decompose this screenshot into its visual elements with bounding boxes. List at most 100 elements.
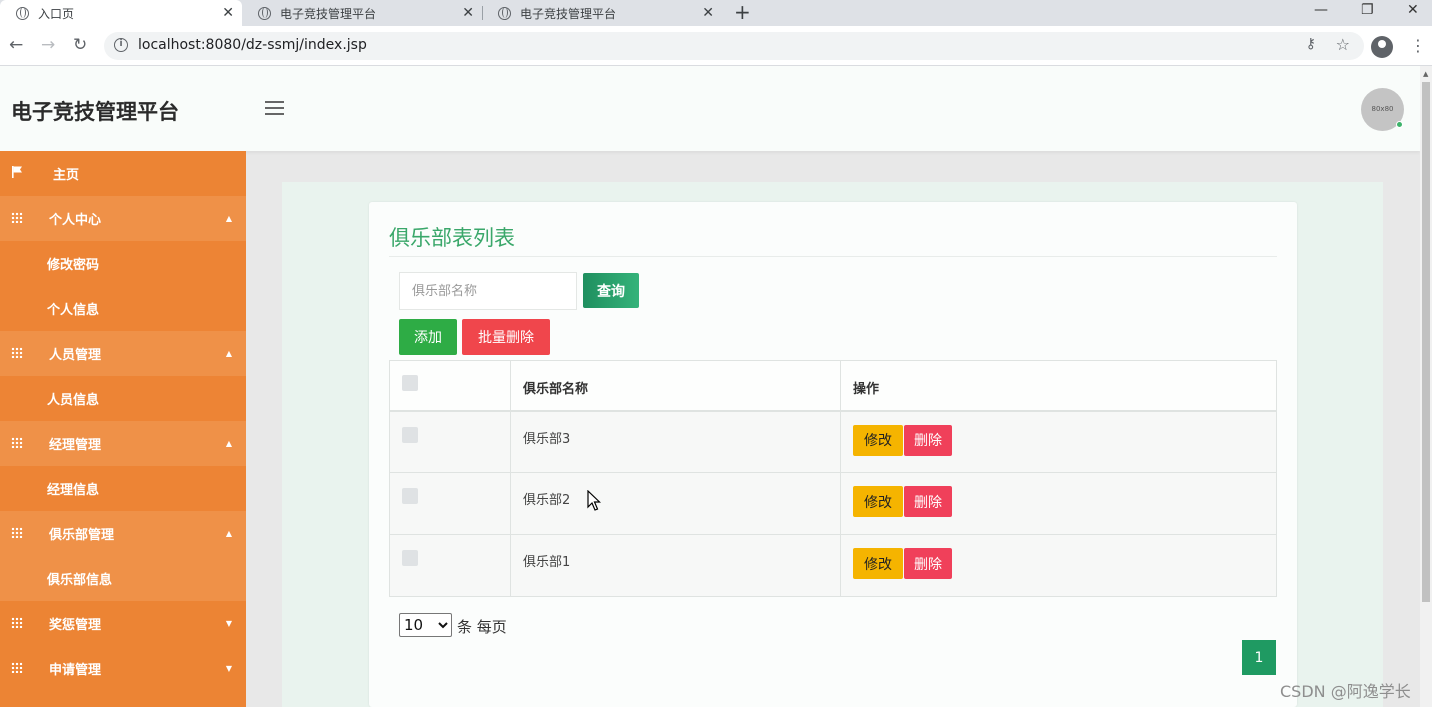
grid-icon — [11, 212, 23, 223]
actions-cell: 修改 删除 — [840, 472, 1277, 535]
sidebar-item-label: 俱乐部信息 — [47, 573, 113, 588]
app-header: 电子竞技管理平台 80x80 — [0, 66, 1420, 151]
reload-icon[interactable]: ↻ — [73, 35, 87, 55]
globe-icon — [498, 6, 511, 20]
sidebar: 主页 个人中心 ▲ 修改密码 个人信息 人员管理 ▲ 人员信息 经理管理 ▲ 经… — [0, 151, 246, 707]
mouse-cursor-icon — [587, 490, 601, 511]
club-list-panel: 俱乐部表列表 查询 添加 批量删除 俱乐部名称 操作 俱乐部3 修改 删除 — [369, 202, 1297, 707]
app-title: 电子竞技管理平台 — [11, 100, 179, 124]
scroll-up-icon[interactable]: ▲ — [1423, 70, 1428, 78]
page-title: 俱乐部表列表 — [389, 226, 515, 250]
table-header-row: 俱乐部名称 操作 — [389, 360, 1277, 412]
sidebar-item-label: 人员信息 — [47, 393, 100, 408]
scrollbar-thumb[interactable] — [1422, 82, 1430, 602]
search-input[interactable] — [399, 272, 577, 310]
menu-toggle-icon[interactable] — [265, 101, 284, 115]
row-checkbox[interactable] — [402, 488, 418, 504]
select-all-header — [389, 360, 511, 412]
club-name-cell: 俱乐部2 — [510, 472, 841, 535]
sidebar-group-application-management[interactable]: 申请管理 ▼ — [0, 646, 246, 691]
page-size-label: 条 每页 — [457, 618, 507, 636]
query-button[interactable]: 查询 — [583, 273, 639, 308]
sidebar-item-staff-info[interactable]: 人员信息 — [0, 376, 246, 421]
sidebar-item-manager-info[interactable]: 经理信息 — [0, 466, 246, 511]
actions-cell: 修改 删除 — [840, 410, 1277, 473]
page-size-select[interactable]: 10 — [399, 613, 452, 637]
club-table: 俱乐部名称 操作 俱乐部3 修改 删除 俱乐部2 修改 删除 俱乐部1 修改 删… — [389, 360, 1277, 597]
site-info-icon[interactable]: i — [114, 38, 128, 52]
sidebar-item-club-info[interactable]: 俱乐部信息 — [0, 556, 246, 601]
table-row: 俱乐部2 修改 删除 — [389, 472, 1277, 535]
browser-tab-bar: 入口页 ✕ 电子竞技管理平台 ✕ 电子竞技管理平台 ✕ + — ❐ ✕ — [0, 0, 1432, 26]
close-tab-icon[interactable]: ✕ — [462, 5, 474, 21]
sidebar-group-staff-management[interactable]: 人员管理 ▲ — [0, 331, 246, 376]
sidebar-item-label: 个人信息 — [47, 303, 100, 318]
divider — [389, 256, 1277, 257]
close-tab-icon[interactable]: ✕ — [222, 5, 234, 21]
browser-tab-entry[interactable]: 入口页 ✕ — [0, 0, 242, 26]
tab-title: 电子竞技管理平台 — [280, 6, 377, 21]
sidebar-group-club-management[interactable]: 俱乐部管理 ▲ — [0, 511, 246, 556]
key-icon[interactable]: ⚷ — [1306, 36, 1316, 52]
watermark: CSDN @阿逸学长 — [1280, 682, 1411, 701]
back-arrow-icon[interactable]: ← — [9, 35, 23, 55]
caret-up-icon: ▲ — [225, 349, 232, 358]
bookmark-star-icon[interactable]: ☆ — [1336, 35, 1350, 54]
grid-icon — [11, 347, 23, 358]
sidebar-item-personal-info[interactable]: 个人信息 — [0, 286, 246, 331]
delete-button[interactable]: 删除 — [904, 548, 952, 579]
sidebar-group-manager-management[interactable]: 经理管理 ▲ — [0, 421, 246, 466]
new-tab-icon[interactable]: + — [734, 1, 751, 23]
delete-button[interactable]: 删除 — [904, 424, 952, 456]
sidebar-item-label: 经理管理 — [49, 438, 102, 453]
checkbox-cell — [389, 410, 511, 473]
sidebar-item-home[interactable]: 主页 — [0, 151, 246, 196]
minimize-icon[interactable]: — — [1314, 2, 1328, 18]
sidebar-item-label: 经理信息 — [47, 483, 100, 498]
add-button[interactable]: 添加 — [399, 319, 457, 355]
grid-icon — [11, 437, 23, 448]
profile-icon[interactable] — [1371, 36, 1393, 58]
grid-icon — [11, 617, 23, 628]
caret-down-icon: ▼ — [225, 664, 232, 673]
sidebar-group-personal-center[interactable]: 个人中心 ▲ — [0, 196, 246, 241]
table-row: 俱乐部3 修改 删除 — [389, 410, 1277, 473]
sidebar-item-label: 个人中心 — [49, 213, 102, 228]
row-checkbox[interactable] — [402, 550, 418, 566]
grid-icon — [11, 527, 23, 538]
tab-title: 入口页 — [38, 6, 75, 21]
edit-button[interactable]: 修改 — [853, 424, 903, 456]
address-bar[interactable]: i localhost:8080/dz-ssmj/index.jsp ⚷ ☆ — [104, 32, 1364, 60]
caret-up-icon: ▲ — [225, 529, 232, 538]
select-all-checkbox[interactable] — [402, 375, 418, 391]
club-name-cell: 俱乐部3 — [510, 410, 841, 473]
browser-menu-icon[interactable]: ⋮ — [1410, 34, 1426, 58]
sidebar-item-label: 主页 — [53, 168, 80, 183]
globe-icon — [258, 6, 271, 20]
column-header-club-name: 俱乐部名称 — [510, 360, 841, 412]
tab-title: 电子竞技管理平台 — [520, 6, 617, 21]
row-checkbox[interactable] — [402, 426, 418, 443]
close-tab-icon[interactable]: ✕ — [702, 5, 714, 21]
caret-down-icon: ▼ — [225, 619, 232, 628]
page-scrollbar[interactable]: ▲ — [1420, 66, 1432, 707]
sidebar-item-label: 申请管理 — [49, 663, 102, 678]
restore-icon[interactable]: ❐ — [1361, 2, 1374, 18]
batch-delete-button[interactable]: 批量删除 — [462, 319, 550, 355]
browser-tab-platform-1[interactable]: 电子竞技管理平台 ✕ — [242, 0, 482, 26]
sidebar-group-rewards-penalties[interactable]: 奖惩管理 ▼ — [0, 601, 246, 646]
edit-button[interactable]: 修改 — [853, 486, 903, 517]
browser-tab-platform-2[interactable]: 电子竞技管理平台 ✕ — [482, 0, 722, 26]
window-close-icon[interactable]: ✕ — [1407, 2, 1419, 18]
browser-toolbar: ← → ↻ i localhost:8080/dz-ssmj/index.jsp… — [0, 26, 1432, 66]
edit-button[interactable]: 修改 — [853, 548, 903, 579]
club-name-cell: 俱乐部1 — [510, 534, 841, 597]
flag-icon — [12, 166, 22, 178]
url-text[interactable]: localhost:8080/dz-ssmj/index.jsp — [138, 37, 367, 53]
checkbox-cell — [389, 472, 511, 535]
actions-cell: 修改 删除 — [840, 534, 1277, 597]
page-button-current[interactable]: 1 — [1242, 640, 1276, 675]
delete-button[interactable]: 删除 — [904, 486, 952, 517]
sidebar-item-change-password[interactable]: 修改密码 — [0, 241, 246, 286]
forward-arrow-icon[interactable]: → — [41, 35, 55, 55]
